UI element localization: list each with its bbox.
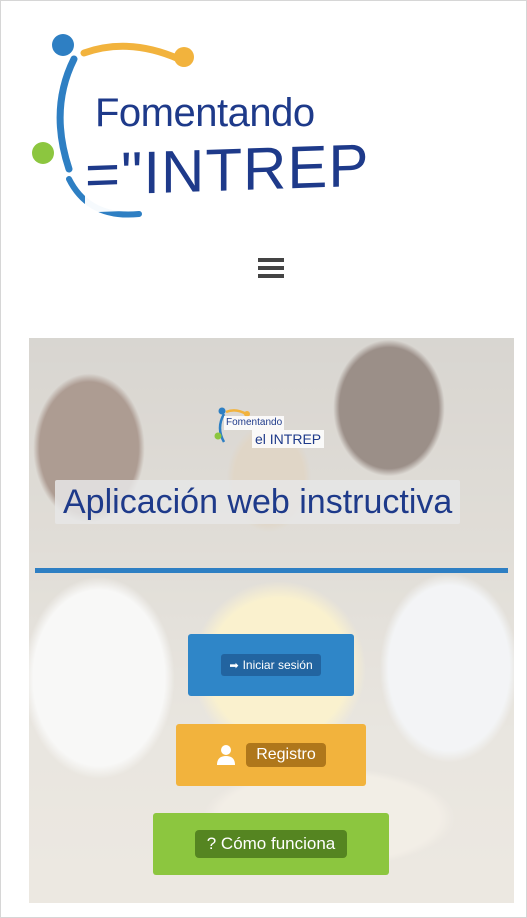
hamburger-menu-icon[interactable] [256,256,286,286]
how-it-works-button[interactable]: ? Cómo funciona [153,813,389,875]
sign-in-icon: ➡ [229,659,239,672]
logo-text-line2: ="INTREP [85,123,511,213]
register-button-label: Registro [246,743,326,767]
user-icon [217,745,236,765]
hero-logo-line1: Fomentando [224,416,285,430]
login-button-label: Iniciar sesión [242,658,313,672]
login-button[interactable]: ➡ Iniciar sesión [188,634,354,696]
hero-logo: Fomentando el INTREP [214,406,344,456]
page-title: Aplicación web instructiva [55,480,461,524]
title-divider [35,568,508,573]
hero-section: Fomentando el INTREP Aplicación web inst… [29,338,514,903]
hero-logo-line2: el INTREP [252,430,325,448]
site-logo[interactable]: Fomentando ="INTREP [29,29,519,229]
page: Fomentando ="INTREP Fomentando el INTREP… [0,0,527,918]
how-it-works-label: ? Cómo funciona [194,830,348,858]
register-button[interactable]: Registro [176,724,366,786]
